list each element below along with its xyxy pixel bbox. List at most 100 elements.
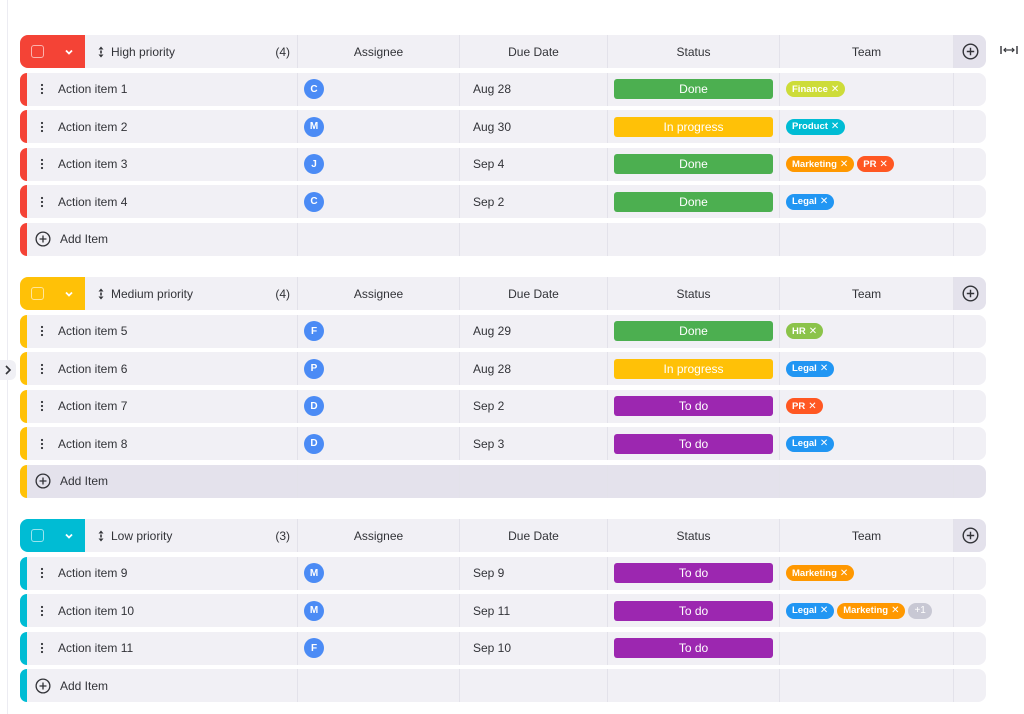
- table-row[interactable]: Action item 8 D Sep 3 To do Legal ✕: [20, 427, 986, 461]
- due-date-cell[interactable]: Aug 29: [459, 314, 607, 348]
- remove-tag-icon[interactable]: ✕: [809, 326, 817, 337]
- remove-tag-icon[interactable]: ✕: [840, 159, 848, 170]
- due-date[interactable]: Sep 4: [473, 157, 504, 171]
- group-title[interactable]: High priority: [111, 45, 175, 59]
- column-header-due-date[interactable]: Due Date: [459, 277, 607, 310]
- table-row[interactable]: Action item 5 F Aug 29 Done HR ✕: [20, 314, 986, 348]
- item-name[interactable]: Action item 7: [58, 399, 127, 413]
- due-date-cell[interactable]: Sep 3: [459, 427, 607, 461]
- status-badge[interactable]: To do: [614, 600, 773, 621]
- status-badge[interactable]: Done: [614, 321, 773, 342]
- assignee-cell[interactable]: M: [297, 594, 459, 628]
- item-name[interactable]: Action item 9: [58, 566, 127, 580]
- more-tags-chip[interactable]: +1: [908, 602, 932, 619]
- add-item-button[interactable]: Add Item: [20, 669, 297, 702]
- add-column-button[interactable]: [953, 35, 986, 68]
- status-badge[interactable]: Done: [614, 79, 773, 100]
- status-badge[interactable]: In progress: [614, 116, 773, 137]
- remove-tag-icon[interactable]: ✕: [831, 84, 839, 95]
- due-date-cell[interactable]: Aug 28: [459, 352, 607, 386]
- add-column-button[interactable]: [953, 277, 986, 310]
- due-date[interactable]: Sep 11: [473, 604, 510, 618]
- column-header-status[interactable]: Status: [607, 277, 779, 310]
- avatar[interactable]: C: [304, 79, 324, 100]
- status-badge[interactable]: To do: [614, 396, 773, 417]
- drag-handle-icon[interactable]: [40, 567, 44, 579]
- due-date[interactable]: Sep 3: [473, 437, 504, 451]
- assignee-cell[interactable]: D: [297, 427, 459, 461]
- item-name-cell[interactable]: Action item 2: [20, 110, 297, 143]
- add-item-button[interactable]: Add Item: [20, 223, 297, 256]
- group-title[interactable]: Low priority: [111, 529, 172, 543]
- status-badge[interactable]: Done: [614, 191, 773, 212]
- table-row[interactable]: Action item 4 C Sep 2 Done Legal ✕: [20, 185, 986, 219]
- drag-handle-icon[interactable]: [40, 121, 44, 133]
- status-cell[interactable]: Done: [607, 147, 779, 181]
- avatar[interactable]: F: [304, 321, 324, 342]
- remove-tag-icon[interactable]: ✕: [820, 438, 828, 449]
- item-name-cell[interactable]: Action item 11: [20, 632, 297, 665]
- column-header-due-date[interactable]: Due Date: [459, 519, 607, 552]
- assignee-cell[interactable]: M: [297, 556, 459, 590]
- status-badge[interactable]: Done: [614, 154, 773, 175]
- due-date-cell[interactable]: Sep 11: [459, 594, 607, 628]
- drag-handle-icon[interactable]: [40, 438, 44, 450]
- remove-tag-icon[interactable]: ✕: [820, 196, 828, 207]
- item-name[interactable]: Action item 4: [58, 195, 127, 209]
- status-cell[interactable]: Done: [607, 185, 779, 219]
- item-name[interactable]: Action item 8: [58, 437, 127, 451]
- sort-icon[interactable]: [97, 46, 105, 58]
- item-name[interactable]: Action item 3: [58, 157, 127, 171]
- avatar[interactable]: M: [304, 600, 324, 621]
- status-cell[interactable]: In progress: [607, 352, 779, 386]
- item-name-cell[interactable]: Action item 8: [20, 427, 297, 460]
- team-chip[interactable]: Finance ✕: [786, 81, 846, 98]
- column-header-status[interactable]: Status: [607, 519, 779, 552]
- add-item-row[interactable]: Add Item: [20, 669, 986, 703]
- team-cell[interactable]: Marketing ✕: [779, 556, 953, 590]
- remove-tag-icon[interactable]: ✕: [820, 363, 828, 374]
- avatar[interactable]: C: [304, 191, 324, 212]
- column-header-team[interactable]: Team: [779, 35, 953, 68]
- status-cell[interactable]: In progress: [607, 110, 779, 144]
- item-name[interactable]: Action item 10: [58, 604, 134, 618]
- column-header-status[interactable]: Status: [607, 35, 779, 68]
- column-header-assignee[interactable]: Assignee: [297, 519, 459, 552]
- due-date[interactable]: Sep 2: [473, 399, 504, 413]
- status-cell[interactable]: To do: [607, 631, 779, 665]
- table-row[interactable]: Action item 9 M Sep 9 To do Marketing ✕: [20, 556, 986, 590]
- sort-icon[interactable]: [97, 530, 105, 542]
- avatar[interactable]: J: [304, 154, 324, 175]
- team-chip[interactable]: HR ✕: [786, 323, 824, 340]
- team-cell[interactable]: Legal ✕: [779, 352, 953, 386]
- team-chip[interactable]: Legal ✕: [786, 193, 835, 210]
- team-chip[interactable]: Product ✕: [786, 118, 846, 135]
- status-cell[interactable]: Done: [607, 72, 779, 106]
- table-row[interactable]: Action item 7 D Sep 2 To do PR ✕: [20, 389, 986, 423]
- assignee-cell[interactable]: C: [297, 72, 459, 106]
- remove-tag-icon[interactable]: ✕: [879, 159, 887, 170]
- table-row[interactable]: Action item 3 J Sep 4 Done Marketing ✕ PR ✕: [20, 147, 986, 181]
- status-badge[interactable]: To do: [614, 433, 773, 454]
- item-name-cell[interactable]: Action item 6: [20, 352, 297, 385]
- column-width-toggle[interactable]: [999, 43, 1019, 57]
- table-row[interactable]: Action item 11 F Sep 10 To do: [20, 631, 986, 665]
- table-row[interactable]: Action item 6 P Aug 28 In progress Legal…: [20, 352, 986, 386]
- table-row[interactable]: Action item 1 C Aug 28 Done Finance ✕: [20, 72, 986, 106]
- due-date[interactable]: Sep 2: [473, 195, 504, 209]
- due-date-cell[interactable]: Aug 28: [459, 72, 607, 106]
- team-chip[interactable]: Legal ✕: [786, 435, 835, 452]
- status-badge[interactable]: To do: [614, 563, 773, 584]
- due-date[interactable]: Aug 28: [473, 362, 511, 376]
- drag-handle-icon[interactable]: [40, 363, 44, 375]
- column-header-due-date[interactable]: Due Date: [459, 35, 607, 68]
- due-date-cell[interactable]: Sep 2: [459, 185, 607, 219]
- due-date[interactable]: Aug 28: [473, 82, 511, 96]
- column-header-team[interactable]: Team: [779, 519, 953, 552]
- team-chip[interactable]: Marketing ✕: [837, 602, 906, 619]
- remove-tag-icon[interactable]: ✕: [820, 605, 828, 616]
- drag-handle-icon[interactable]: [40, 325, 44, 337]
- item-name-cell[interactable]: Action item 3: [20, 148, 297, 181]
- assignee-cell[interactable]: F: [297, 631, 459, 665]
- status-cell[interactable]: Done: [607, 314, 779, 348]
